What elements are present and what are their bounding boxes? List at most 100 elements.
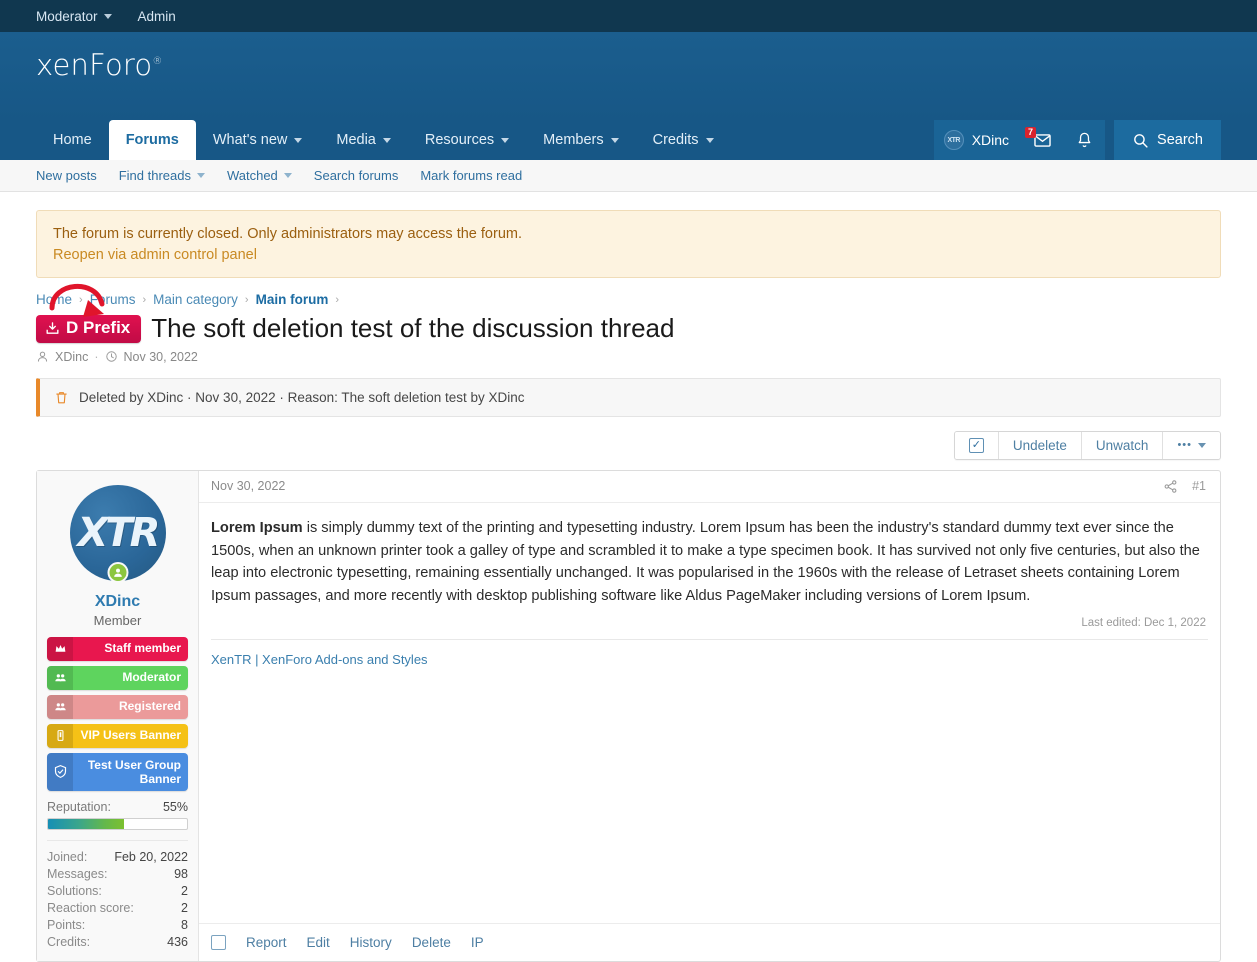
subnav-item-find-threads[interactable]: Find threads <box>119 168 205 183</box>
notice-reopen-link[interactable]: Reopen via admin control panel <box>53 247 1204 263</box>
site-logo[interactable]: xenForo® <box>36 32 163 82</box>
stat-value: 2 <box>181 883 188 900</box>
nav-tab-media[interactable]: Media <box>319 120 408 160</box>
thread-byline: XDinc · Nov 30, 2022 <box>36 350 1221 364</box>
subnav-mark-read-label: Mark forums read <box>420 168 522 183</box>
post-author-name[interactable]: XDinc <box>47 593 188 611</box>
nav-tab-home[interactable]: Home <box>36 120 109 160</box>
chevron-down-icon <box>104 14 112 19</box>
nav-tab-members[interactable]: Members <box>526 120 635 160</box>
subnav-item-search-forums[interactable]: Search forums <box>314 168 399 183</box>
thread-date: Nov 30, 2022 <box>124 350 198 364</box>
nav-right-group: XTR XDinc 7 Search <box>934 120 1221 160</box>
delete-button[interactable]: Delete <box>412 935 451 950</box>
nav-tab-whats-new[interactable]: What's new <box>196 120 320 160</box>
stat-label: Points: <box>47 917 85 934</box>
reputation-bar-fill <box>48 819 124 829</box>
breadcrumb-separator-icon: › <box>245 294 249 306</box>
share-icon[interactable] <box>1163 479 1178 494</box>
breadcrumb-item-main-forum[interactable]: Main forum <box>256 292 329 307</box>
history-button[interactable]: History <box>350 935 392 950</box>
thread-prefix-badge[interactable]: D Prefix <box>36 315 141 343</box>
adminbar-item-moderator[interactable]: Moderator <box>36 9 112 24</box>
thread-title-row: D Prefix The soft deletion test of the d… <box>36 314 1221 344</box>
ip-button[interactable]: IP <box>471 935 484 950</box>
adminbar-admin-label: Admin <box>138 9 176 24</box>
nav-tab-credits[interactable]: Credits <box>636 120 731 160</box>
bell-icon <box>1075 131 1094 150</box>
adminbar-moderator-label: Moderator <box>36 9 98 24</box>
users-icon <box>47 695 73 719</box>
breadcrumb-item-home[interactable]: Home <box>36 292 72 307</box>
stat-row-joined: Joined: Feb 20, 2022 <box>47 849 188 866</box>
unwatch-button[interactable]: Unwatch <box>1082 432 1164 459</box>
undelete-button[interactable]: Undelete <box>999 432 1082 459</box>
breadcrumb-separator-icon: › <box>142 294 146 306</box>
post-header-right: #1 <box>1163 479 1206 494</box>
chevron-down-icon <box>197 173 205 178</box>
user-banner-vip-users: VIP Users Banner <box>47 724 188 748</box>
post-number[interactable]: #1 <box>1192 479 1206 493</box>
trash-icon <box>54 390 69 405</box>
thread-author[interactable]: XDinc <box>55 350 88 364</box>
stat-value: 98 <box>174 866 188 883</box>
secondary-navigation: New posts Find threads Watched Search fo… <box>0 160 1257 192</box>
post-date[interactable]: Nov 30, 2022 <box>211 479 285 493</box>
user-banner-label: Staff member <box>73 642 188 656</box>
user-banner-label: Registered <box>73 700 188 714</box>
thread-action-button-group: ✓ Undelete Unwatch ••• <box>954 431 1221 460</box>
reputation-value: 55% <box>163 800 188 814</box>
subnav-item-mark-forums-read[interactable]: Mark forums read <box>420 168 522 183</box>
alerts-button[interactable] <box>1063 120 1105 160</box>
nav-tab-resources[interactable]: Resources <box>408 120 526 160</box>
forum-closed-notice: The forum is currently closed. Only admi… <box>36 210 1221 278</box>
post-author-title: Member <box>47 613 188 628</box>
nav-tab-forums-label: Forums <box>126 132 179 148</box>
breadcrumb: Home › Forums › Main category › Main for… <box>36 292 1221 307</box>
shield-icon <box>47 753 73 791</box>
user-menu-button[interactable]: XTR XDinc <box>934 120 1021 160</box>
stat-row-points: Points: 8 <box>47 917 188 934</box>
subnav-item-watched[interactable]: Watched <box>227 168 292 183</box>
post-main: Nov 30, 2022 #1 Lorem Ipsum is simply du… <box>199 471 1220 961</box>
chevron-down-icon <box>611 138 619 143</box>
search-button[interactable]: Search <box>1114 120 1221 160</box>
post-body: Lorem Ipsum is simply dummy text of the … <box>199 503 1220 607</box>
stat-row-credits: Credits: 436 <box>47 934 188 951</box>
more-options-button[interactable]: ••• <box>1163 432 1220 459</box>
online-status-icon <box>107 562 128 583</box>
breadcrumb-item-main-category[interactable]: Main category <box>153 292 238 307</box>
more-options-label: ••• <box>1177 439 1192 451</box>
signature-link[interactable]: XenTR | XenForo Add-ons and Styles <box>211 652 428 667</box>
report-button[interactable]: Report <box>246 935 287 950</box>
user-banner-registered: Registered <box>47 695 188 719</box>
post-last-edited: Last edited: Dec 1, 2022 <box>199 607 1220 629</box>
nav-tab-forums[interactable]: Forums <box>109 120 196 160</box>
breadcrumb-item-forums[interactable]: Forums <box>90 292 136 307</box>
post-select-checkbox[interactable] <box>211 935 226 950</box>
site-logo-text: xenForo <box>36 48 152 82</box>
chevron-down-icon <box>294 138 302 143</box>
stat-row-solutions: Solutions: 2 <box>47 883 188 900</box>
edit-button[interactable]: Edit <box>307 935 330 950</box>
deleted-notice-text: Deleted by XDinc · Nov 30, 2022 · Reason… <box>79 390 525 405</box>
post-article: XTR XDinc Member Staff member <box>36 470 1221 962</box>
nav-tab-home-label: Home <box>53 132 92 148</box>
user-stats-list: Joined: Feb 20, 2022 Messages: 98 Soluti… <box>47 840 188 951</box>
thread-prefix-label: D Prefix <box>66 319 130 338</box>
avatar-initials: XTR <box>78 510 158 556</box>
subnav-find-threads-label: Find threads <box>119 168 191 183</box>
subnav-item-new-posts[interactable]: New posts <box>36 168 97 183</box>
breadcrumb-separator-icon: › <box>79 294 83 306</box>
inbox-download-icon <box>45 321 60 336</box>
inbox-button[interactable]: 7 <box>1021 120 1063 160</box>
notice-message: The forum is currently closed. Only admi… <box>53 224 1204 245</box>
mobile-icon <box>47 724 73 748</box>
select-all-checkbox-button[interactable]: ✓ <box>955 432 999 459</box>
main-navigation: Home Forums What's new Media Resources M… <box>0 120 1257 160</box>
adminbar-item-admin[interactable]: Admin <box>138 9 176 24</box>
stat-label: Solutions: <box>47 883 102 900</box>
chevron-down-icon <box>284 173 292 178</box>
post-body-text: is simply dummy text of the printing and… <box>211 520 1200 604</box>
admin-bar: Moderator Admin <box>0 0 1257 32</box>
